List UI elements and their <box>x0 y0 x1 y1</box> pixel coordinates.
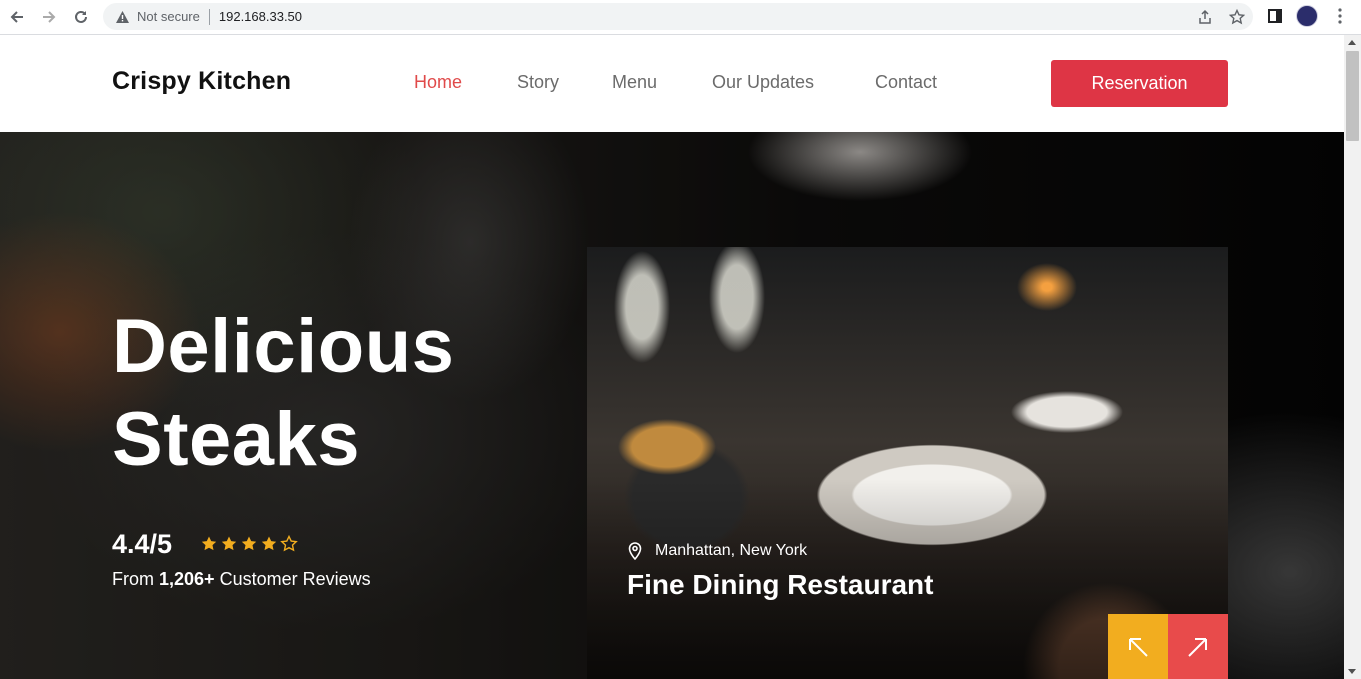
featured-restaurant-card[interactable]: Manhattan, New York Fine Dining Restaura… <box>587 247 1228 679</box>
nav-link-story[interactable]: Story <box>517 72 559 93</box>
warning-icon[interactable] <box>114 9 130 25</box>
bookmark-star-icon[interactable] <box>1227 7 1247 27</box>
rating-stars <box>200 535 298 553</box>
site-navbar: Crispy Kitchen Home Story Menu Our Updat… <box>0 35 1344 132</box>
reservation-button[interactable]: Reservation <box>1051 60 1228 107</box>
reviews-count: 1,206+ <box>159 569 215 589</box>
star-filled-icon <box>221 536 237 551</box>
hero-title-line1: Delicious <box>112 304 455 389</box>
nav-link-menu[interactable]: Menu <box>612 72 657 93</box>
security-label[interactable]: Not secure <box>137 9 200 24</box>
reviews-suffix: Customer Reviews <box>214 569 371 589</box>
reload-icon[interactable] <box>70 6 92 28</box>
scroll-down-arrow-icon[interactable] <box>1348 669 1356 674</box>
star-filled-icon <box>201 536 217 551</box>
card-location: Manhattan, New York <box>627 542 807 560</box>
address-bar[interactable]: Not secure 192.168.33.50 <box>103 3 1253 30</box>
map-pin-icon <box>628 542 642 560</box>
page-viewport: Crispy Kitchen Home Story Menu Our Updat… <box>0 35 1344 679</box>
browser-toolbar: Not secure 192.168.33.50 <box>0 0 1361 35</box>
card-title: Fine Dining Restaurant <box>627 569 934 600</box>
rating-score: 4.4/5 <box>112 529 173 559</box>
card-location-text: Manhattan, New York <box>655 542 808 559</box>
nav-link-contact[interactable]: Contact <box>875 72 937 93</box>
nav-link-our-updates[interactable]: Our Updates <box>712 72 814 93</box>
hero-title: Delicious Steaks <box>112 300 454 486</box>
avatar[interactable] <box>1296 5 1318 27</box>
arrow-up-right-icon <box>1188 637 1207 657</box>
star-outline-icon <box>280 535 298 552</box>
sidebar-icon[interactable] <box>1264 5 1286 27</box>
arrow-up-left-icon <box>1129 637 1148 657</box>
star-filled-icon <box>241 536 257 551</box>
nav-link-home[interactable]: Home <box>414 72 462 93</box>
page-scrollbar[interactable] <box>1344 35 1361 679</box>
carousel-next-button[interactable] <box>1168 614 1228 679</box>
omnibox-divider <box>208 8 210 25</box>
reviews-count-text: From 1,206+ Customer Reviews <box>112 569 371 590</box>
hero-title-line2: Steaks <box>112 397 361 482</box>
url-text[interactable]: 192.168.33.50 <box>219 9 302 24</box>
brand-logo[interactable]: Crispy Kitchen <box>112 67 291 96</box>
star-filled-icon <box>261 536 277 551</box>
reviews-prefix: From <box>112 569 159 589</box>
scrollbar-thumb[interactable] <box>1346 51 1359 141</box>
back-icon[interactable] <box>6 6 28 28</box>
hero-section: Delicious Steaks 4.4/5 From 1,206+ Custo… <box>0 132 1344 679</box>
forward-icon[interactable] <box>38 6 60 28</box>
carousel-prev-button[interactable] <box>1108 614 1168 679</box>
share-icon[interactable] <box>1195 7 1215 27</box>
more-menu-icon[interactable] <box>1330 5 1350 27</box>
profile-avatar[interactable] <box>1296 5 1318 27</box>
scroll-up-arrow-icon[interactable] <box>1348 40 1356 45</box>
